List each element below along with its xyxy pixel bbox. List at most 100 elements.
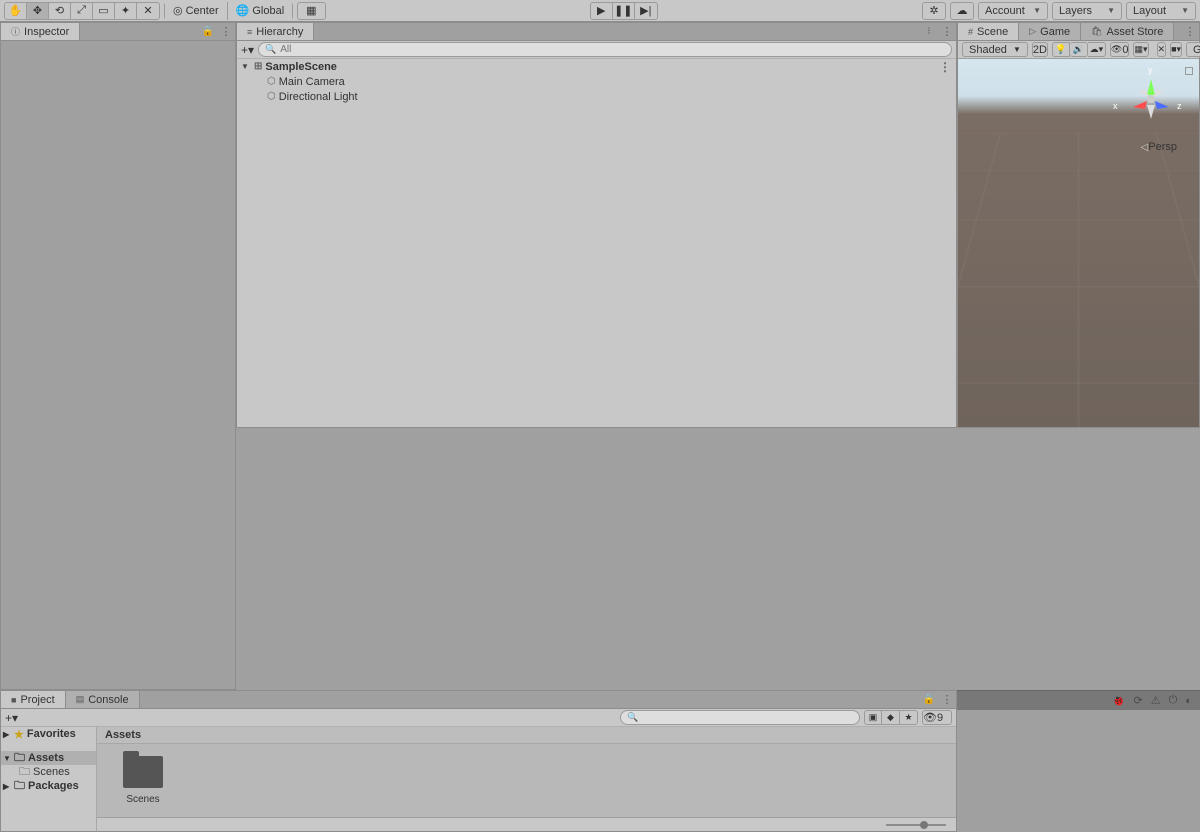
expand-arrow-icon[interactable]: ▼ — [3, 754, 11, 763]
status-icon-5[interactable]: ◐ — [1185, 695, 1192, 707]
project-tab-label: Project — [20, 694, 54, 706]
inspector-tab-label: Inspector — [24, 26, 69, 38]
thumbnail-size-slider[interactable] — [886, 824, 946, 826]
twod-label: 2D — [1033, 44, 1047, 56]
tools-button[interactable]: ✕ — [1157, 42, 1167, 57]
inspector-tab[interactable]: ⓘ Inspector — [1, 23, 80, 40]
pivot-label: Center — [186, 5, 219, 17]
chevron-down-icon: ▼ — [1181, 6, 1189, 15]
gizmos-dropdown[interactable]: Gizmos ▼ — [1186, 42, 1200, 57]
cloud-button[interactable]: ☁ — [950, 2, 974, 20]
status-icon-2[interactable]: ⟳ — [1134, 694, 1143, 707]
hidden-packages-count: 9 — [937, 712, 943, 724]
inspector-body — [1, 41, 235, 689]
lighting-toggle[interactable]: 💡 — [1052, 42, 1070, 57]
layers-dropdown[interactable]: Layers▼ — [1052, 2, 1122, 20]
scene-viewport[interactable]: 📷 ☀ x y z ◁Persp — [958, 59, 1199, 427]
play-button[interactable]: ▶ — [591, 3, 613, 19]
camera-button[interactable]: ■▾ — [1170, 42, 1182, 57]
gizmos-label: Gizmos — [1193, 44, 1200, 56]
game-icon: ▷ — [1029, 26, 1036, 37]
collab-button[interactable]: ✲ — [922, 2, 946, 20]
rect-tool[interactable]: ▭ — [93, 3, 115, 19]
hierarchy-search-input[interactable] — [280, 44, 945, 55]
star-icon: ★ — [14, 728, 24, 741]
step-button[interactable]: ▶| — [635, 3, 657, 19]
asset-grid[interactable]: Scenes — [97, 744, 956, 817]
status-icon-1[interactable]: 🐞 — [1112, 694, 1126, 707]
twod-toggle[interactable]: 2D — [1032, 42, 1048, 57]
layout-label: Layout — [1133, 5, 1166, 17]
project-search-input[interactable] — [642, 712, 853, 723]
inspector-panel: ⓘ Inspector 🔒 ⋮ — [0, 22, 236, 690]
custom-tool[interactable]: ✕ — [137, 3, 159, 19]
favorites-row[interactable]: ▶ ★ Favorites — [1, 727, 96, 741]
project-create-button[interactable]: +▾ — [5, 711, 18, 725]
hierarchy-item[interactable]: ⬡ Main Camera — [237, 74, 956, 89]
hidden-objects[interactable]: 👁0 — [1110, 42, 1130, 57]
asset-store-tab[interactable]: 🛍 Asset Store — [1081, 23, 1174, 40]
pause-button[interactable]: ❚❚ — [613, 3, 635, 19]
project-tab[interactable]: ■ Project — [1, 691, 66, 708]
inspector-context-menu[interactable]: ⋮ — [217, 23, 235, 40]
account-label: Account — [985, 5, 1025, 17]
create-button[interactable]: +▾ — [241, 43, 254, 57]
scene-name: SampleScene — [265, 61, 337, 73]
move-tool[interactable]: ✥ — [27, 3, 49, 19]
slider-knob[interactable] — [920, 821, 928, 829]
projection-label[interactable]: ◁Persp — [1141, 141, 1177, 153]
asset-item[interactable]: Scenes — [109, 756, 177, 805]
axis-x-label: x — [1113, 101, 1118, 111]
hierarchy-item-label: Directional Light — [279, 91, 358, 103]
audio-toggle[interactable]: 🔊 — [1070, 42, 1088, 57]
expand-arrow-icon[interactable]: ▶ — [3, 730, 11, 739]
layers-label: Layers — [1059, 5, 1092, 17]
maximize-icon[interactable] — [1185, 67, 1193, 75]
transform-tool[interactable]: ✦ — [115, 3, 137, 19]
project-lock[interactable]: 🔒 — [920, 691, 938, 708]
expand-arrow-icon[interactable]: ▶ — [3, 782, 11, 791]
account-dropdown[interactable]: Account▼ — [978, 2, 1048, 20]
lock-icon: 🔒 — [202, 26, 214, 37]
snap-button[interactable]: ▦ — [297, 2, 325, 20]
console-icon: ▤ — [76, 694, 85, 705]
pivot-mode-button[interactable]: ◎ Center — [165, 2, 228, 20]
scene-row[interactable]: ▼ ⊞ SampleScene ⋮ — [237, 59, 956, 74]
inspector-lock[interactable]: 🔒 — [199, 23, 217, 40]
project-breadcrumb[interactable]: Assets — [97, 727, 956, 744]
project-search[interactable]: 🔍 — [620, 710, 860, 725]
filter-type-button[interactable]: ▣ — [864, 710, 882, 725]
hierarchy-tab-label: Hierarchy — [256, 26, 303, 38]
layout-dropdown[interactable]: Layout ▼ — [1126, 2, 1196, 20]
shading-mode-dropdown[interactable]: Shaded ▼ — [962, 42, 1028, 57]
orientation-gizmo[interactable]: x y z — [1121, 69, 1181, 129]
fx-toggle[interactable]: ☁▾ — [1088, 42, 1106, 57]
game-tab[interactable]: ▷ Game — [1019, 23, 1081, 40]
scene-row-menu[interactable]: ⋮ — [939, 60, 950, 74]
filter-label-button[interactable]: ◆ — [882, 710, 900, 725]
hierarchy-item[interactable]: ⬡ Directional Light — [237, 89, 956, 104]
hierarchy-tab[interactable]: ≡ Hierarchy — [237, 23, 314, 40]
console-tab-label: Console — [88, 694, 128, 706]
scale-tool[interactable]: ⤢ — [71, 3, 93, 19]
assets-row[interactable]: ▼ 🗀 Assets — [1, 751, 96, 765]
scene-context-menu[interactable]: ⋮ — [1181, 23, 1199, 40]
rotate-tool[interactable]: ⟲ — [49, 3, 71, 19]
hierarchy-context-menu[interactable]: ⋮ — [938, 23, 956, 40]
status-icon-4[interactable]: ⏻ — [1169, 694, 1178, 707]
packages-row[interactable]: ▶ 🗀 Packages — [1, 779, 96, 793]
hidden-packages[interactable]: 👁9 — [922, 710, 952, 725]
pivot-rotation-button[interactable]: 🌐 Global — [228, 2, 293, 20]
project-context-menu[interactable]: ⋮ — [938, 691, 956, 708]
hand-tool[interactable]: ✋ — [5, 3, 27, 19]
scene-tab[interactable]: # Scene — [958, 23, 1019, 40]
console-tab[interactable]: ▤ Console — [66, 691, 140, 708]
grid-dropdown[interactable]: ▦▾ — [1133, 42, 1148, 57]
hierarchy-panel: ≡ Hierarchy ⁝ ⋮ +▾ 🔍 ▼ ⊞ SampleScene ⋮ ⬡ — [236, 22, 957, 428]
favorite-button[interactable]: ★ — [900, 710, 918, 725]
hierarchy-lock[interactable]: ⁝ — [920, 23, 938, 40]
main-toolbar: ✋ ✥ ⟲ ⤢ ▭ ✦ ✕ ◎ Center 🌐 Global ▦ ▶ ❚❚ ▶… — [0, 0, 1200, 22]
expand-arrow-icon[interactable]: ▼ — [241, 62, 251, 71]
status-icon-3[interactable]: ⚠ — [1151, 694, 1161, 707]
hierarchy-search[interactable]: 🔍 — [258, 42, 952, 57]
